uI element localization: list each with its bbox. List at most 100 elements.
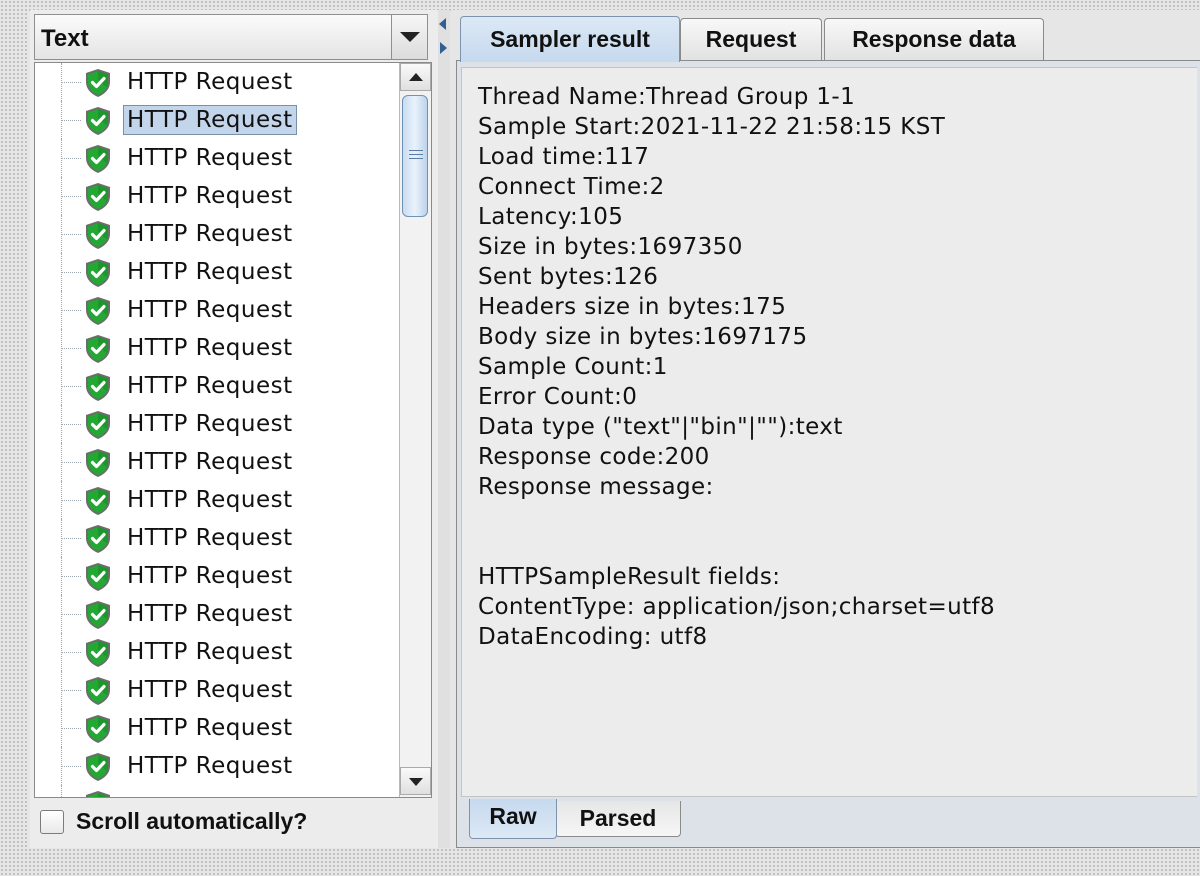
- auto-scroll-label: Scroll automatically?: [76, 808, 308, 834]
- sampler-result-line: Sample Count:1: [478, 354, 668, 380]
- tree-item-http-request[interactable]: HTTP Request: [35, 367, 399, 405]
- tree-connector-line: [61, 766, 81, 767]
- sampler-result-line: Headers size in bytes:175: [478, 294, 787, 320]
- tree-item-http-request[interactable]: HTTP Request: [35, 101, 399, 139]
- scrollbar-thumb[interactable]: [402, 95, 428, 217]
- tab-response-data[interactable]: Response data: [824, 18, 1044, 60]
- view-mode-tabs: Raw Parsed: [465, 799, 865, 841]
- tree-item-http-request[interactable]: HTTP Request: [35, 747, 399, 785]
- tree-item-label: HTTP Request: [127, 449, 293, 475]
- tree-connector-line: [61, 310, 81, 311]
- tree-connector-line: [61, 652, 81, 653]
- green-shield-check-icon: [83, 790, 113, 797]
- tree-connector-line: [61, 82, 81, 83]
- tree-connector-line: [61, 348, 81, 349]
- arrow-up-icon: [409, 73, 423, 81]
- tree-item-label: HTTP Request: [127, 563, 293, 589]
- green-shield-check-icon: [83, 296, 113, 326]
- tree-item-label: HTTP Request: [127, 411, 293, 437]
- tree-connector-line: [61, 196, 81, 197]
- sampler-result-line: Error Count:0: [478, 384, 638, 410]
- auto-scroll-checkbox[interactable]: [40, 810, 64, 834]
- green-shield-check-icon: [83, 106, 113, 136]
- tree-item-label: HTTP Request: [127, 69, 293, 95]
- tree-item-http-request[interactable]: HTTP Request: [35, 633, 399, 671]
- tree-item-http-request[interactable]: HTTP Request: [35, 63, 399, 101]
- tree-item-http-request[interactable]: HTTP Request: [35, 595, 399, 633]
- collapse-left-icon[interactable]: [439, 18, 446, 30]
- tree-item-http-request[interactable]: HTTP Request: [35, 443, 399, 481]
- tree-item-label: HTTP Request: [127, 259, 293, 285]
- tree-item-http-request[interactable]: HTTP Request: [35, 671, 399, 709]
- grip-line: [409, 158, 423, 159]
- tree-item-label: HTTP Request: [127, 297, 293, 323]
- sampler-result-text[interactable]: Thread Name:Thread Group 1-1 Sample Start…: [461, 67, 1197, 797]
- grip-line: [409, 150, 423, 151]
- tree-connector-line: [61, 158, 81, 159]
- tree-vertical-scrollbar[interactable]: [399, 63, 431, 797]
- sampler-result-line: Connect Time:2: [478, 174, 665, 200]
- results-tree-list: HTTP Request HTTP Request HTTP Request HTTP…: [35, 63, 399, 797]
- sampler-result-line: ContentType: application/json;charset=ut…: [478, 594, 996, 620]
- bottom-splitter-strip[interactable]: [0, 848, 1200, 876]
- auto-scroll-option[interactable]: Scroll automatically?: [38, 806, 418, 838]
- sampler-result-line: Size in bytes:1697350: [478, 234, 743, 260]
- grip-line: [409, 154, 423, 155]
- tree-item-http-request[interactable]: HTTP Request: [35, 481, 399, 519]
- expand-right-icon[interactable]: [440, 42, 447, 54]
- tree-connector-line: [61, 538, 81, 539]
- tree-item-http-request[interactable]: HTTP Request: [35, 329, 399, 367]
- tree-item-http-request[interactable]: HTTP Request: [35, 405, 399, 443]
- green-shield-check-icon: [83, 524, 113, 554]
- tree-connector-line: [61, 386, 81, 387]
- tree-connector-line: [61, 690, 81, 691]
- tree-item-label: HTTP Request: [127, 525, 293, 551]
- sampler-result-line: Response code:200: [478, 444, 710, 470]
- tree-item-label: HTTP Request: [127, 639, 293, 665]
- renderer-select-value: Text: [41, 25, 89, 52]
- tree-item-label: HTTP Request: [127, 487, 293, 513]
- tab-parsed[interactable]: Parsed: [555, 801, 681, 837]
- tree-item-http-request[interactable]: HTTP Request: [35, 291, 399, 329]
- renderer-select[interactable]: Text: [34, 14, 428, 60]
- tree-item-http-request[interactable]: HTTP Request: [35, 215, 399, 253]
- chevron-down-icon: [400, 32, 420, 42]
- sampler-result-line: Sample Start:2021-11-22 21:58:15 KST: [478, 114, 946, 140]
- renderer-dropdown-button[interactable]: [391, 15, 427, 59]
- tree-item-http-request[interactable]: HTTP Request: [35, 253, 399, 291]
- tree-connector-line: [61, 234, 81, 235]
- results-tree: HTTP Request HTTP Request HTTP Request HTTP…: [34, 62, 432, 798]
- tree-connector-line: [61, 785, 62, 797]
- tree-connector-line: [61, 424, 81, 425]
- tree-connector-line: [61, 120, 81, 121]
- green-shield-check-icon: [83, 68, 113, 98]
- tree-item-http-request[interactable]: HTTP Request: [35, 709, 399, 747]
- green-shield-check-icon: [83, 410, 113, 440]
- panel-splitter[interactable]: [438, 10, 450, 848]
- scroll-up-button[interactable]: [400, 63, 431, 91]
- green-shield-check-icon: [83, 752, 113, 782]
- tree-connector-line: [61, 462, 81, 463]
- results-tree-panel: Text HTTP Request HTTP Request HTTP Reques…: [30, 10, 438, 848]
- tree-item-label: HTTP Request: [127, 677, 293, 703]
- tab-raw[interactable]: Raw: [469, 799, 557, 839]
- tab-content: Thread Name:Thread Group 1-1 Sample Start…: [456, 60, 1200, 848]
- tree-connector-line: [61, 576, 81, 577]
- green-shield-check-icon: [83, 258, 113, 288]
- sampler-result-line: Data type ("text"|"bin"|""):text: [478, 414, 843, 440]
- tab-request[interactable]: Request: [680, 18, 822, 60]
- tree-item-http-request[interactable]: HTTP Request: [35, 519, 399, 557]
- sampler-result-line: Latency:105: [478, 204, 624, 230]
- tree-item-http-request[interactable]: HTTP Request: [35, 177, 399, 215]
- sampler-result-line: Body size in bytes:1697175: [478, 324, 808, 350]
- tree-item-http-request[interactable]: [35, 785, 399, 797]
- green-shield-check-icon: [83, 220, 113, 250]
- result-tabs: Sampler result Request Response data: [452, 16, 1200, 62]
- tree-item-http-request[interactable]: HTTP Request: [35, 139, 399, 177]
- scroll-down-button[interactable]: [400, 767, 431, 795]
- green-shield-check-icon: [83, 714, 113, 744]
- sampler-result-line: DataEncoding: utf8: [478, 624, 708, 650]
- tree-item-http-request[interactable]: HTTP Request: [35, 557, 399, 595]
- tree-connector-line: [61, 614, 81, 615]
- tab-sampler-result[interactable]: Sampler result: [460, 16, 680, 62]
